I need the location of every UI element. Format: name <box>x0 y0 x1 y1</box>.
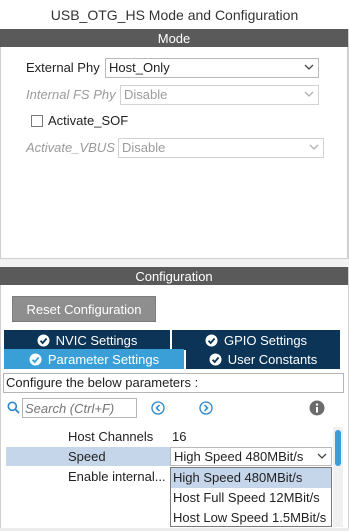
host-channels-label: Host Channels <box>68 429 154 444</box>
chevron-down-icon <box>304 91 314 97</box>
internal-fs-phy-label: Internal FS Phy <box>26 87 116 102</box>
speed-option[interactable]: Host Low Speed 1.5MBit/s <box>171 508 331 528</box>
activate-vbus-label: Activate_VBUS <box>26 140 115 155</box>
activate-vbus-value: Disable <box>122 140 166 155</box>
info-icon[interactable] <box>309 400 325 416</box>
activate-vbus-select: Disable <box>118 138 324 158</box>
speed-option[interactable]: Host Full Speed 12MBit/s <box>171 488 331 508</box>
check-circle-icon <box>29 353 42 365</box>
speed-label: Speed <box>68 449 106 464</box>
internal-fs-phy-select: Disable <box>120 85 319 105</box>
speed-value: High Speed 480MBit/s <box>174 449 304 464</box>
mode-section-header: Mode <box>0 29 348 47</box>
configuration-section-header: Configuration <box>0 267 348 285</box>
speed-dropdown-list: High Speed 480MBit/s Host Full Speed 12M… <box>170 467 332 527</box>
activate-sof-label: Activate_SOF <box>48 113 129 128</box>
tab-parameter-settings[interactable]: Parameter Settings <box>4 349 184 369</box>
search-input[interactable] <box>22 398 137 418</box>
internal-fs-phy-value: Disable <box>124 87 168 102</box>
chevron-down-icon <box>309 144 319 150</box>
external-phy-label: External Phy <box>26 60 100 75</box>
tab-user-constants[interactable]: User Constants <box>186 349 340 369</box>
check-circle-icon <box>209 353 222 365</box>
check-circle-icon <box>205 334 218 346</box>
enable-internal-label: Enable internal... <box>68 469 166 484</box>
panel-divider <box>0 259 349 267</box>
speed-option[interactable]: High Speed 480MBit/s <box>171 468 331 488</box>
check-circle-icon <box>37 334 50 346</box>
reset-configuration-button[interactable]: Reset Configuration <box>12 296 156 322</box>
scrollbar-thumb[interactable] <box>335 430 341 466</box>
tab-label: User Constants <box>227 351 318 367</box>
speed-select[interactable]: High Speed 480MBit/s <box>170 447 332 466</box>
tab-label: Parameter Settings <box>47 351 160 367</box>
chevron-down-icon <box>304 64 314 70</box>
tab-nvic-settings[interactable]: NVIC Settings <box>4 330 170 350</box>
previous-match-icon[interactable] <box>151 401 165 415</box>
external-phy-value: Host_Only <box>109 60 170 75</box>
tab-label: GPIO Settings <box>223 332 308 348</box>
window-title: USB_OTG_HS Mode and Configuration <box>0 0 349 29</box>
host-channels-value: 16 <box>172 429 187 444</box>
next-match-icon[interactable] <box>199 401 213 415</box>
tab-label: NVIC Settings <box>55 332 138 348</box>
search-icon <box>7 401 20 414</box>
parameters-description: Configure the below parameters : <box>3 373 344 393</box>
external-phy-select[interactable]: Host_Only <box>105 58 319 78</box>
activate-sof-checkbox[interactable] <box>31 115 43 127</box>
chevron-down-icon <box>317 453 327 459</box>
tab-gpio-settings[interactable]: GPIO Settings <box>172 330 340 350</box>
usb-otg-hs-panel: USB_OTG_HS Mode and Configuration Mode E… <box>0 0 349 531</box>
